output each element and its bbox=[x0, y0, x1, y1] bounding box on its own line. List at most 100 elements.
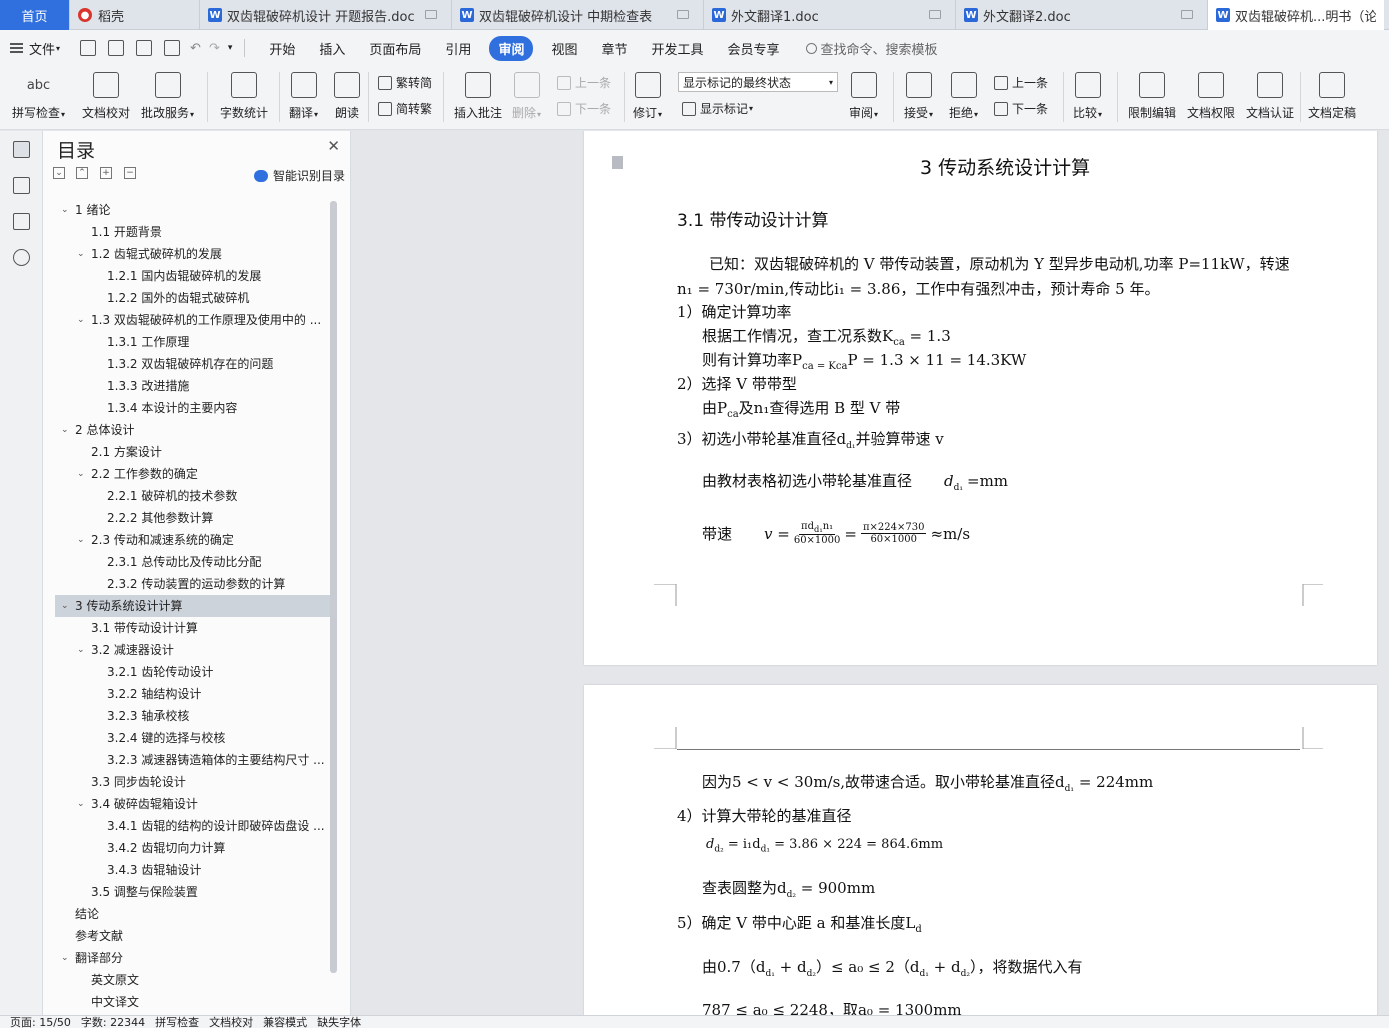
command-search[interactable]: 查找命令、搜索模板 bbox=[805, 39, 938, 58]
doc-permission-button[interactable]: 文档权限 bbox=[1187, 72, 1235, 121]
toc-item[interactable]: ⌄ 3 传动系统设计计算 bbox=[55, 595, 331, 617]
chevron-down-icon[interactable]: ⌄ bbox=[77, 639, 85, 661]
menu-references[interactable]: 引用 bbox=[445, 39, 471, 58]
smart-toc-button[interactable]: 智能识别目录 bbox=[253, 167, 345, 184]
quick-access-dropdown-icon[interactable]: ▾ bbox=[228, 43, 233, 53]
toc-item[interactable]: 1.3.3 改进措施 bbox=[55, 375, 331, 397]
toc-item[interactable]: 3.2.3 减速器铸造箱体的主要结构尺寸 ... bbox=[55, 749, 331, 771]
toc-item[interactable]: ⌄ 2.3 传动和减速系统的确定 bbox=[55, 529, 331, 551]
search-icon[interactable] bbox=[13, 249, 30, 266]
toc-item[interactable]: 英文原文 bbox=[55, 969, 331, 991]
file-menu[interactable]: 文件 ▾ bbox=[10, 39, 60, 58]
undo-icon[interactable]: ↶ bbox=[190, 41, 201, 56]
expand-up-icon[interactable]: ⌃ bbox=[76, 167, 88, 179]
page-options-icon[interactable] bbox=[612, 156, 623, 169]
print-icon[interactable] bbox=[136, 40, 153, 56]
toc-item[interactable]: 3.2.2 轴结构设计 bbox=[55, 683, 331, 705]
toc-item[interactable]: ⌄ 3.4 破碎齿辊箱设计 bbox=[55, 793, 331, 815]
document-page[interactable]: 3 传动系统设计计算 3.1 带传动设计计算 已知：双齿辊破碎机的 V 带传动装… bbox=[584, 131, 1377, 665]
toc-item[interactable]: 3.2.1 齿轮传动设计 bbox=[55, 661, 331, 683]
missing-font-status[interactable]: 缺失字体 bbox=[317, 1016, 361, 1028]
next-change-button[interactable]: 下一条 bbox=[994, 100, 1048, 117]
page-indicator[interactable]: 页面: 15/50 bbox=[10, 1016, 71, 1028]
tab-daoke[interactable]: ● 稻壳 bbox=[70, 0, 200, 30]
tab-midterm-check[interactable]: W 双齿辊破碎机设计 中期检查表 bbox=[452, 0, 704, 30]
translate-button[interactable]: 翻译▾ bbox=[289, 72, 318, 121]
document-canvas[interactable]: 3 传动系统设计计算 3.1 带传动设计计算 已知：双齿辊破碎机的 V 带传动装… bbox=[352, 131, 1389, 1015]
toc-item[interactable]: 2.1 方案设计 bbox=[55, 441, 331, 463]
toc-item[interactable]: ⌄ 翻译部分 bbox=[55, 947, 331, 969]
toc-item[interactable]: 1.3.1 工作原理 bbox=[55, 331, 331, 353]
spell-check-button[interactable]: abc 拼写检查▾ bbox=[12, 72, 65, 121]
chevron-down-icon[interactable]: ⌄ bbox=[61, 947, 69, 969]
toc-item[interactable]: 中文译文 bbox=[55, 991, 331, 1013]
menu-insert[interactable]: 插入 bbox=[319, 39, 345, 58]
insert-comment-button[interactable]: 插入批注 bbox=[454, 72, 502, 121]
toc-item[interactable]: 3.4.3 齿辊轴设计 bbox=[55, 859, 331, 881]
toc-item[interactable]: 2.2.2 其他参数计算 bbox=[55, 507, 331, 529]
toc-item[interactable]: 1.2.1 国内齿辊破碎机的发展 bbox=[55, 265, 331, 287]
toc-item[interactable]: 结论 bbox=[55, 903, 331, 925]
chevron-down-icon[interactable]: ⌄ bbox=[77, 793, 85, 815]
toc-item[interactable]: 3.5 调整与保险装置 bbox=[55, 881, 331, 903]
menu-view[interactable]: 视图 bbox=[551, 39, 577, 58]
tab-home[interactable]: 首页 bbox=[0, 0, 70, 30]
accept-button[interactable]: 接受▾ bbox=[904, 72, 933, 121]
toc-item[interactable]: 3.2.4 键的选择与校核 bbox=[55, 727, 331, 749]
prev-comment-button[interactable]: 上一条 bbox=[557, 74, 611, 91]
doc-proof-status[interactable]: 文档校对 bbox=[209, 1016, 253, 1028]
toc-scrollbar[interactable] bbox=[330, 201, 337, 973]
toc-item[interactable]: ⌄ 2 总体设计 bbox=[55, 419, 331, 441]
document-page[interactable]: 因为5 < v < 30m/s,故带速合适。取小带轮基准直径dd₁ = 224m… bbox=[584, 685, 1377, 1015]
show-markup-button[interactable]: 显示标记 ▾ bbox=[682, 100, 753, 117]
toc-item[interactable]: 1.1 开题背景 bbox=[55, 221, 331, 243]
redo-icon[interactable]: ↷ bbox=[209, 41, 220, 56]
toc-item[interactable]: 2.2.1 破碎机的技术参数 bbox=[55, 485, 331, 507]
menu-developer[interactable]: 开发工具 bbox=[651, 39, 703, 58]
tab-thesis-active[interactable]: W 双齿辊破碎机...明书（论文 bbox=[1208, 0, 1384, 30]
chapter-nav-icon[interactable] bbox=[13, 177, 30, 194]
tab-translation-2[interactable]: W 外文翻译2.doc bbox=[956, 0, 1208, 30]
menu-member[interactable]: 会员专享 bbox=[728, 39, 780, 58]
toc-panel-icon[interactable] bbox=[13, 141, 30, 158]
bookmark-icon[interactable] bbox=[13, 213, 30, 230]
chevron-down-icon[interactable]: ⌄ bbox=[61, 419, 69, 441]
toc-item[interactable]: 2.3.1 总传动比及传动比分配 bbox=[55, 551, 331, 573]
track-changes-button[interactable]: 修订▾ bbox=[633, 72, 662, 121]
doc-proof-button[interactable]: 文档校对 bbox=[82, 72, 130, 121]
toc-item[interactable]: 1.2.2 国外的齿辊式破碎机 bbox=[55, 287, 331, 309]
chevron-down-icon[interactable]: ⌄ bbox=[61, 595, 69, 617]
trad-to-simp-button[interactable]: 繁转简 bbox=[378, 74, 432, 91]
word-count-indicator[interactable]: 字数: 22344 bbox=[81, 1016, 145, 1028]
compare-button[interactable]: 比较▾ bbox=[1073, 72, 1102, 121]
toc-item[interactable]: 2.3.2 传动装置的运动参数的计算 bbox=[55, 573, 331, 595]
reject-button[interactable]: 拒绝▾ bbox=[949, 72, 978, 121]
toc-item[interactable]: 3.2.3 轴承校核 bbox=[55, 705, 331, 727]
toc-item[interactable]: ⌄ 1.3 双齿辊破碎机的工作原理及使用中的 ... bbox=[55, 309, 331, 331]
collapse-all-icon[interactable]: ⌄ bbox=[53, 167, 65, 179]
chevron-down-icon[interactable]: ⌄ bbox=[77, 529, 85, 551]
toc-item[interactable]: ⌄ 1 绪论 bbox=[55, 199, 331, 221]
toc-item[interactable]: 3.4.2 齿辊切向力计算 bbox=[55, 837, 331, 859]
chevron-down-icon[interactable]: ⌄ bbox=[77, 309, 85, 331]
menu-chapter[interactable]: 章节 bbox=[601, 39, 627, 58]
toc-item[interactable]: 3.1 带传动设计计算 bbox=[55, 617, 331, 639]
chevron-down-icon[interactable]: ⌄ bbox=[77, 463, 85, 485]
review-pane-button[interactable]: 审阅▾ bbox=[849, 72, 878, 121]
remove-heading-icon[interactable]: − bbox=[124, 167, 136, 179]
menu-review[interactable]: 审阅 bbox=[489, 35, 534, 61]
next-comment-button[interactable]: 下一条 bbox=[557, 100, 611, 117]
tab-proposal-report[interactable]: W 双齿辊破碎机设计 开题报告.doc bbox=[200, 0, 452, 30]
markup-state-select[interactable]: 显示标记的最终状态 ▾ bbox=[678, 72, 838, 92]
toc-item[interactable]: 1.3.2 双齿辊破碎机存在的问题 bbox=[55, 353, 331, 375]
toc-item[interactable]: ⌄ 2.2 工作参数的确定 bbox=[55, 463, 331, 485]
toc-item[interactable]: 参考文献 bbox=[55, 925, 331, 947]
word-count-button[interactable]: 字数统计 bbox=[220, 72, 268, 121]
restrict-edit-button[interactable]: 限制编辑 bbox=[1128, 72, 1176, 121]
toc-item[interactable]: ⌄ 3.2 减速器设计 bbox=[55, 639, 331, 661]
close-icon[interactable]: ✕ bbox=[327, 137, 340, 155]
doc-finalize-button[interactable]: 文档定稿 bbox=[1308, 72, 1356, 121]
read-aloud-button[interactable]: 朗读 bbox=[334, 72, 360, 121]
chevron-down-icon[interactable]: ⌄ bbox=[61, 199, 69, 221]
toc-item[interactable]: ⌄ 1.2 齿辊式破碎机的发展 bbox=[55, 243, 331, 265]
